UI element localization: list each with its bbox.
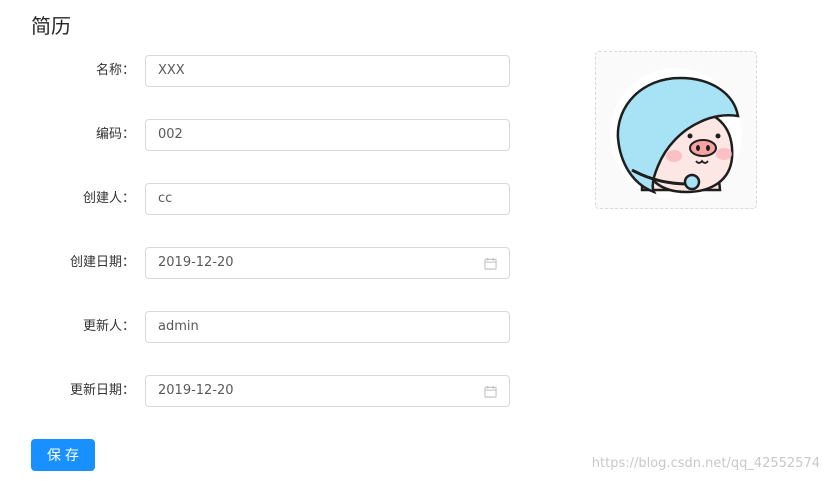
updater-label: 更新人： — [82, 319, 135, 334]
form-row-code: 编码： 002 — [0, 119, 520, 151]
code-input[interactable]: 002 — [145, 119, 510, 151]
create-date-picker[interactable]: 2019-12-20 — [145, 247, 510, 279]
form-row-name: 名称： XXX — [0, 55, 520, 87]
save-button[interactable]: 保存 — [31, 439, 95, 471]
updater-input[interactable]: admin — [145, 311, 510, 343]
name-label: 名称： — [95, 63, 135, 78]
avatar-upload[interactable] — [595, 51, 757, 209]
form-row-creator: 创建人： cc — [0, 183, 520, 215]
creator-input[interactable]: cc — [145, 183, 510, 215]
update-date-picker[interactable]: 2019-12-20 — [145, 375, 510, 407]
watermark: https://blog.csdn.net/qq_42552574 — [591, 456, 820, 471]
form-row-updater: 更新人： admin — [0, 311, 520, 343]
form-row-create-date: 创建日期： 2019-12-20 — [0, 247, 520, 279]
code-label: 编码： — [95, 127, 135, 142]
form-row-update-date: 更新日期： 2019-12-20 — [0, 375, 520, 407]
calendar-icon[interactable] — [484, 385, 497, 398]
create-date-label: 创建日期： — [69, 255, 135, 270]
update-date-value: 2019-12-20 — [158, 383, 234, 398]
calendar-icon[interactable] — [484, 257, 497, 270]
pig-helmet-avatar-icon — [610, 68, 742, 200]
name-input[interactable]: XXX — [145, 55, 510, 87]
creator-label: 创建人： — [82, 191, 135, 206]
page-title: 简历 — [31, 14, 71, 38]
update-date-label: 更新日期： — [69, 383, 135, 398]
create-date-value: 2019-12-20 — [158, 255, 234, 270]
